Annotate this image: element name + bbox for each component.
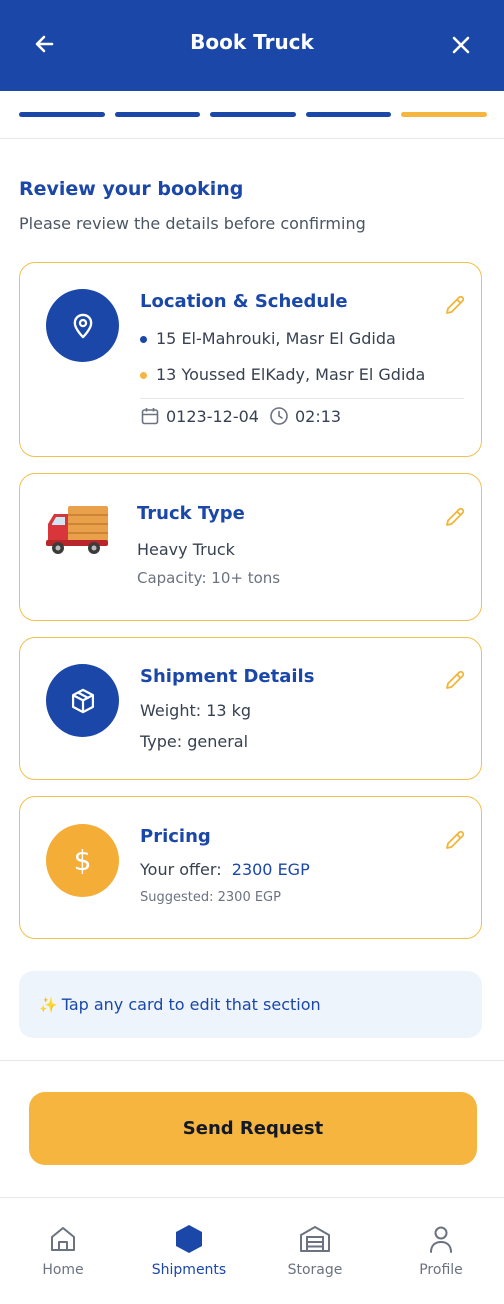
edit-tip: ✨ Tap any card to edit that section [19,971,482,1038]
truck-icon [46,506,108,554]
shipment-type: Type: general [140,732,249,751]
pickup-address: 15 El-Mahrouki, Masr El Gdida [140,329,396,348]
progress-step [305,112,392,117]
nav-item-storage[interactable]: Storage [252,1198,378,1304]
nav-label: Profile [419,1262,463,1278]
page-title: Book Truck [190,30,314,54]
nav-item-home[interactable]: Home [0,1198,126,1304]
sparkles-icon: ✨ [39,995,58,1014]
truck-type-card[interactable]: Truck Type Heavy Truck Capacity: 10+ ton… [19,473,482,621]
schedule-row: 0123-12-04 02:13 [140,406,341,426]
location-icon-badge [46,289,119,362]
calendar-icon [141,408,159,425]
progress-step [210,112,296,117]
nav-label: Shipments [151,1262,227,1278]
card-title: Location & Schedule [140,291,348,312]
dropoff-dot [140,372,147,379]
review-title: Review your booking [19,178,244,200]
shipment-details-card[interactable]: Shipment Details Weight: 13 kg Type: gen… [19,637,482,780]
card-title: Pricing [140,826,211,847]
home-icon [51,1227,75,1251]
send-request-button[interactable]: Send Request [29,1092,477,1165]
card-title: Truck Type [137,503,245,524]
dollar-icon: $ [73,844,92,877]
user-icon [430,1226,452,1253]
shipment-weight: Weight: 13 kg [140,701,252,720]
dollar-icon-badge: $ [46,824,119,897]
map-pin-icon [73,313,92,338]
location-schedule-card[interactable]: Location & Schedule 15 El-Mahrouki, Masr… [19,262,482,457]
package-icon [71,688,94,713]
pencil-icon[interactable] [443,505,467,529]
close-icon[interactable] [446,30,476,60]
package-icon-badge [46,664,119,737]
nav-item-profile[interactable]: Profile [378,1198,504,1304]
schedule-time: 02:13 [294,406,342,426]
progress-step [114,112,201,117]
tip-text: Tap any card to edit that section [61,995,321,1014]
divider [0,138,504,139]
pencil-icon[interactable] [443,828,467,852]
divider [140,398,464,399]
step-progress [19,112,487,117]
pencil-icon[interactable] [443,668,467,692]
dropoff-address: 13 Youssed ElKady, Masr El Gdida [140,365,425,384]
nav-item-shipments[interactable]: Shipments [126,1198,252,1304]
pencil-icon[interactable] [443,293,467,317]
card-title: Shipment Details [140,666,315,687]
bottom-nav: Home Shipments Storage Profile [0,1198,504,1304]
offer-label: Your offer: [140,860,222,879]
nav-label: Home [42,1262,84,1278]
divider [0,1060,504,1061]
warehouse-icon [300,1226,330,1252]
schedule-date: 0123-12-04 [166,406,259,426]
nav-label: Storage [287,1262,343,1278]
review-subtitle: Please review the details before confirm… [19,214,366,233]
offer-value: 2300 EGP [231,860,310,879]
hexagon-icon [176,1225,202,1253]
truck-type-value: Heavy Truck [137,540,235,559]
pickup-dot [140,336,147,343]
clock-icon [270,407,288,425]
progress-step-current [401,112,487,117]
progress-step [19,112,105,117]
pricing-card[interactable]: $ Pricing Your offer: 2300 EGP Suggested… [19,796,482,939]
offer-row: Your offer: 2300 EGP [140,860,310,879]
suggested-price: Suggested: 2300 EGP [140,890,281,905]
truck-capacity: Capacity: 10+ tons [137,569,281,587]
app-header: Book Truck [0,0,504,91]
